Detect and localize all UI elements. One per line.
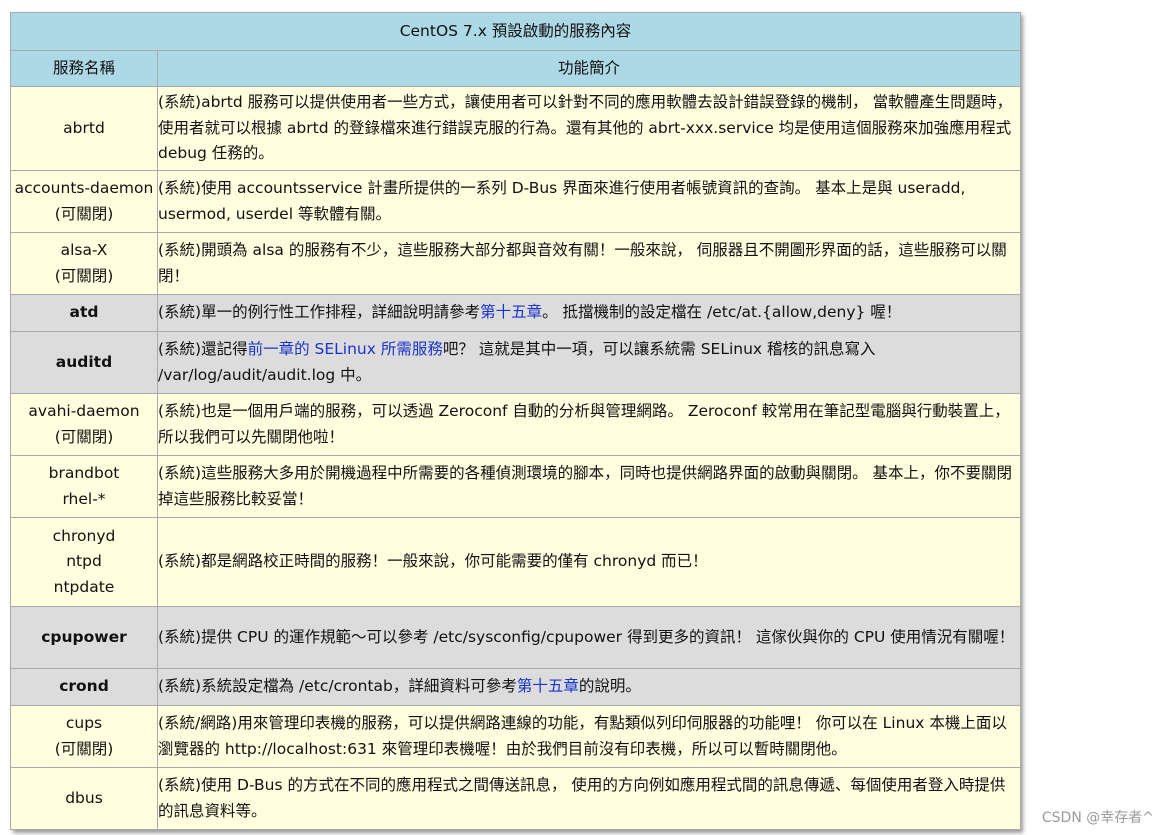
service-name: ntpdate [53,577,115,596]
service-description-cell: (系統)提供 CPU 的運作規範～可以參考 /etc/sysconfig/cpu… [157,606,1021,669]
services-table-wrapper: CentOS 7.x 預設啟動的服務內容 服務名稱 功能簡介 abrtd (系統)… [10,12,1021,830]
service-description-cell: (系統)也是一個用戶端的服務，可以透過 Zeroconf 自動的分析與管理網路。… [157,393,1021,456]
service-description-cell: (系統)系統設定檔為 /etc/crontab，詳細資料可參考第十五章的說明。 [157,668,1021,706]
table-row: avahi-daemon (可關閉) (系統)也是一個用戶端的服務，可以透過 Zer… [10,393,1021,456]
service-name: crond [59,677,109,696]
service-description-cell: (系統)單一的例行性工作排程，詳細說明請參考第十五章。 抵擋機制的設定檔在 /e… [157,294,1021,332]
service-name: (可關閉) [54,204,114,223]
table-row: abrtd (系統)abrtd 服務可以提供使用者一些方式，讓使用者可以針對不同的… [10,86,1021,171]
column-header-description: 功能簡介 [157,50,1021,87]
service-name-cell: cpupower [10,606,158,669]
description-text: (系統)使用 D-Bus 的方式在不同的應用程式之間傳送訊息， 使用的方向例如應… [158,776,1006,820]
service-name-cell: dbus [10,767,158,830]
service-description-cell: (系統)還記得前一章的 SELinux 所需服務吧？ 這就是其中一項，可以讓系統… [157,331,1021,394]
chapter-link[interactable]: 第十五章 [480,303,542,321]
service-name: rhel-* [62,489,106,508]
service-description-cell: (系統)abrtd 服務可以提供使用者一些方式，讓使用者可以針對不同的應用軟體去… [157,86,1021,171]
description-text: (系統/網路)用來管理印表機的服務，可以提供網路連線的功能，有點類似列印伺服器的… [158,714,1007,758]
table-row: cups (可關閉) (系統/網路)用來管理印表機的服務，可以提供網路連線的功能，有… [10,705,1021,768]
service-name: atd [69,303,99,322]
table-caption-row: CentOS 7.x 預設啟動的服務內容 [10,12,1021,51]
service-name: (可關閉) [54,427,114,446]
description-text: 。 抵擋機制的設定檔在 /etc/at.{allow,deny} 喔！ [542,303,902,322]
table-row: auditd (系統)還記得前一章的 SELinux 所需服務吧？ 這就是其中一項… [10,331,1021,394]
service-description-cell: (系統/網路)用來管理印表機的服務，可以提供網路連線的功能，有點類似列印伺服器的… [157,705,1021,768]
service-name: (可關閉) [54,266,114,285]
service-name-cell: accounts-daemon (可關閉) [10,170,158,233]
service-name-cell: avahi-daemon (可關閉) [10,393,158,456]
service-name-cell: auditd [10,331,158,394]
service-name-cell: cups (可關閉) [10,705,158,768]
description-text: (系統)還記得 [158,340,248,358]
table-row: accounts-daemon (可關閉) (系統)使用 accountsservi… [10,170,1021,233]
description-text: (系統)開頭為 alsa 的服務有不少，這些服務大部分都與音效有關！一般來說， … [158,241,1007,285]
description-text: (系統)都是網路校正時間的服務！一般來說，你可能需要的僅有 chronyd 而已… [158,552,708,571]
table-row: brandbot rhel-* (系統)這些服務大多用於開機過程中所需要的各種偵測環… [10,455,1021,518]
table-header-row: 服務名稱 功能簡介 [10,50,1021,87]
table-row: chronyd ntpd ntpdate (系統)都是網路校正時間的服務！一般來說，你… [10,517,1021,607]
table-row: atd (系統)單一的例行性工作排程，詳細說明請參考第十五章。 抵擋機制的設定檔在… [10,294,1021,332]
description-text: 的說明。 [578,677,641,696]
description-text: (系統)單一的例行性工作排程，詳細說明請參考 [158,303,481,322]
service-name: ntpd [66,552,102,571]
service-name: alsa-X [60,241,108,259]
description-text: (系統)這些服務大多用於開機過程中所需要的各種偵測環境的腳本，同時也提供網路界面… [158,464,1013,508]
service-name: chronyd [52,526,116,545]
service-name-cell: chronyd ntpd ntpdate [10,517,158,607]
service-name-cell: brandbot rhel-* [10,455,158,518]
table-row: cpupower (系統)提供 CPU 的運作規範～可以參考 /etc/sysco… [10,606,1021,669]
service-name: brandbot [48,464,120,482]
table-body: abrtd (系統)abrtd 服務可以提供使用者一些方式，讓使用者可以針對不同的… [10,86,1021,830]
description-text: (系統)使用 accountsservice 計畫所提供的一系列 D-Bus 界… [158,179,966,223]
table-row: alsa-X (可關閉) (系統)開頭為 alsa 的服務有不少，這些服務大部分都與… [10,232,1021,295]
table-row: dbus (系統)使用 D-Bus 的方式在不同的應用程式之間傳送訊息， 使用的方… [10,767,1021,830]
service-name: (可關閉) [54,739,114,758]
column-header-service-name: 服務名稱 [10,50,158,87]
service-name-cell: abrtd [10,86,158,171]
description-text: (系統)系統設定檔為 /etc/crontab，詳細資料可參考 [158,677,517,696]
service-description-cell: (系統)使用 accountsservice 計畫所提供的一系列 D-Bus 界… [157,170,1021,233]
service-description-cell: (系統)使用 D-Bus 的方式在不同的應用程式之間傳送訊息， 使用的方向例如應… [157,767,1021,830]
service-name: cups [65,714,103,732]
service-name: auditd [55,352,113,371]
service-description-cell: (系統)開頭為 alsa 的服務有不少，這些服務大部分都與音效有關！一般來說， … [157,232,1021,295]
table-row: crond (系統)系統設定檔為 /etc/crontab，詳細資料可參考第十五章… [10,668,1021,706]
watermark-text: CSDN @幸存者^ [1041,810,1154,826]
service-description-cell: (系統)都是網路校正時間的服務！一般來說，你可能需要的僅有 chronyd 而已… [157,517,1021,607]
table-caption: CentOS 7.x 預設啟動的服務內容 [10,12,1021,51]
description-text: (系統)提供 CPU 的運作規範～可以參考 /etc/sysconfig/cpu… [158,627,1015,646]
service-name: accounts-daemon [14,179,154,197]
service-description-cell: (系統)這些服務大多用於開機過程中所需要的各種偵測環境的腳本，同時也提供網路界面… [157,455,1021,518]
service-name-cell: atd [10,294,158,332]
description-text: (系統)也是一個用戶端的服務，可以透過 Zeroconf 自動的分析與管理網路。… [158,402,1010,446]
chapter-link[interactable]: 前一章的 SELinux 所需服務 [248,340,443,358]
service-name: avahi-daemon [28,402,140,420]
service-name-cell: crond [10,668,158,706]
service-name-cell: alsa-X (可關閉) [10,232,158,295]
chapter-link[interactable]: 第十五章 [517,677,579,695]
service-name: abrtd [63,118,105,137]
services-table: CentOS 7.x 預設啟動的服務內容 服務名稱 功能簡介 abrtd (系統)… [10,12,1021,830]
description-text: (系統)abrtd 服務可以提供使用者一些方式，讓使用者可以針對不同的應用軟體去… [158,93,1013,163]
service-name: dbus [65,788,103,807]
service-name: cpupower [41,627,127,646]
